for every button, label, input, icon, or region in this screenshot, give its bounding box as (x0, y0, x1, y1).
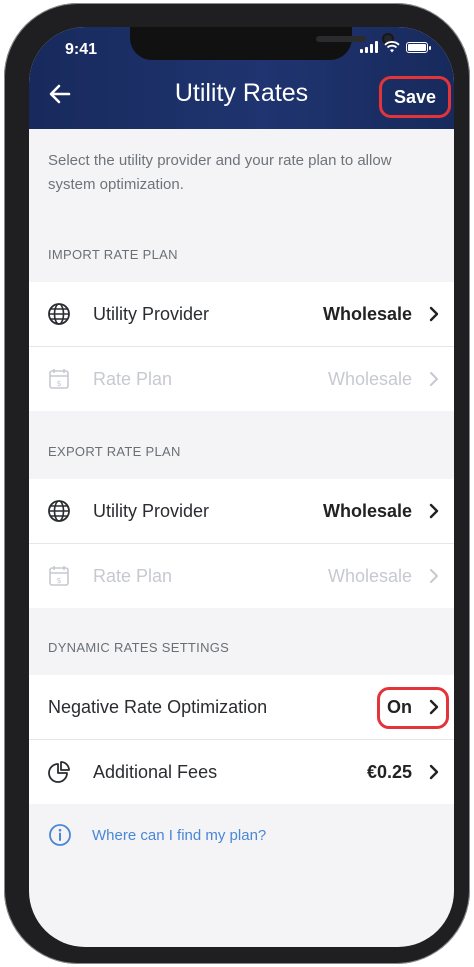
export-section-heading: EXPORT RATE PLAN (48, 444, 181, 459)
globe-icon (48, 500, 70, 522)
status-icons (360, 41, 431, 53)
chevron-right-icon (429, 306, 439, 322)
row-value: Wholesale (327, 566, 412, 586)
import-rate-plan-card: Utility Provider Wholesale $ Rate Plan W… (29, 282, 454, 411)
calendar-dollar-icon: $ (49, 369, 69, 389)
app-header: 9:41 Utility Rates Save (29, 27, 454, 129)
row-label: Additional Fees (93, 762, 218, 782)
row-label: Rate Plan (93, 369, 173, 389)
import-rate-plan-row[interactable]: $ Rate Plan Wholesale (29, 346, 454, 411)
chevron-right-icon (429, 503, 439, 519)
row-value: €0.25 (366, 762, 412, 782)
pie-chart-icon (48, 761, 70, 783)
import-utility-provider-row[interactable]: Utility Provider Wholesale (29, 282, 454, 346)
speaker-grille (316, 36, 366, 42)
battery-icon (406, 41, 431, 53)
dynamic-rates-card: Negative Rate Optimization On Additional… (29, 675, 454, 804)
status-time: 9:41 (65, 41, 98, 58)
calendar-dollar-icon: $ (49, 566, 69, 586)
export-rate-plan-card: Utility Provider Wholesale $ Rate Plan W… (29, 479, 454, 608)
chevron-right-icon (430, 372, 438, 386)
row-label: Utility Provider (93, 304, 210, 324)
help-link-text: Where can I find my plan? (92, 826, 267, 844)
device-notch (130, 27, 394, 60)
save-button[interactable]: Save (379, 76, 451, 118)
info-icon (49, 824, 71, 846)
globe-icon (48, 303, 70, 325)
intro-text: Select the utility provider and your rat… (48, 152, 392, 193)
row-label: Negative Rate Optimization (48, 697, 268, 717)
wifi-icon (384, 41, 400, 53)
dynamic-section-heading: DYNAMIC RATES SETTINGS (48, 640, 230, 655)
negative-rate-optimization-row[interactable]: Negative Rate Optimization On (29, 675, 454, 739)
chevron-right-icon (430, 569, 438, 583)
help-link[interactable]: Where can I find my plan? (48, 823, 266, 847)
row-label: Utility Provider (93, 501, 210, 521)
row-value: On (387, 697, 412, 717)
row-value: Wholesale (322, 501, 412, 521)
export-utility-provider-row[interactable]: Utility Provider Wholesale (29, 479, 454, 543)
additional-fees-row[interactable]: Additional Fees €0.25 (29, 739, 454, 804)
phone-frame: 9:41 Utility Rates Save Select the utili… (4, 3, 470, 964)
row-label: Rate Plan (93, 566, 173, 586)
chevron-right-icon (429, 699, 439, 715)
svg-text:$: $ (56, 576, 61, 585)
row-value: Wholesale (327, 369, 412, 389)
export-rate-plan-row[interactable]: $ Rate Plan Wholesale (29, 543, 454, 608)
chevron-right-icon (429, 764, 439, 780)
row-value: Wholesale (322, 304, 412, 324)
svg-text:$: $ (56, 379, 61, 388)
import-section-heading: IMPORT RATE PLAN (48, 247, 178, 262)
signal-icon (360, 41, 378, 53)
app-screen: 9:41 Utility Rates Save Select the utili… (29, 27, 454, 947)
